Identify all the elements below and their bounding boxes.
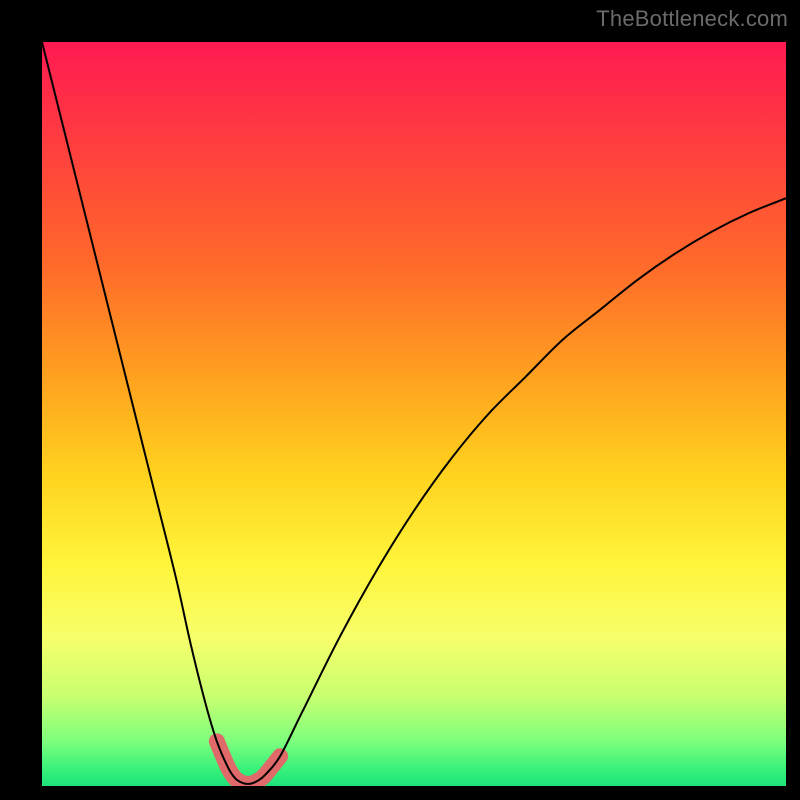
bottleneck-curve bbox=[42, 42, 786, 784]
plot-area bbox=[42, 42, 786, 786]
chart-stage: TheBottleneck.com bbox=[0, 0, 800, 800]
attribution-text: TheBottleneck.com bbox=[596, 6, 788, 32]
curve-layer bbox=[42, 42, 786, 786]
